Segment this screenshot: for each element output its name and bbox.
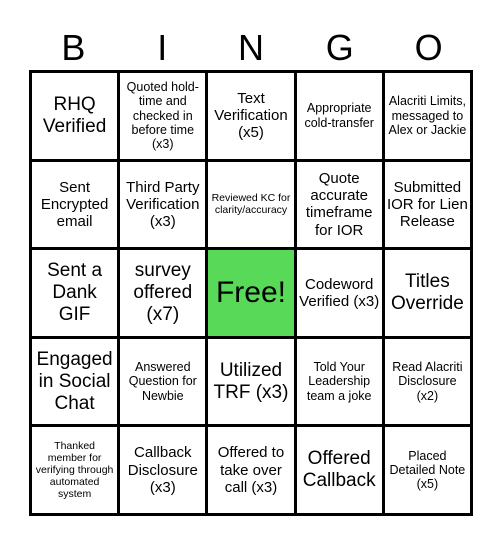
bingo-cell[interactable]: Sent a Dank GIF: [32, 250, 118, 336]
bingo-cell[interactable]: Engaged in Social Chat: [32, 338, 118, 425]
bingo-cell[interactable]: Codeword Verified (x3): [296, 250, 382, 336]
bingo-cell[interactable]: Offered to take over call (x3): [208, 427, 294, 513]
bingo-cell[interactable]: Titles Override: [384, 250, 470, 336]
header-letter-o: O: [414, 27, 443, 68]
bingo-cell[interactable]: Third Party Verification (x3): [120, 161, 206, 248]
bingo-cell[interactable]: survey offered (x7): [120, 250, 206, 336]
header-letter-n: N: [237, 27, 264, 68]
bingo-cell[interactable]: Utilized TRF (x3): [208, 338, 294, 425]
bingo-cell[interactable]: RHQ Verified: [32, 73, 118, 159]
bingo-cell[interactable]: Told Your Leadership team a joke: [296, 338, 382, 425]
bingo-cell[interactable]: Sent Encrypted email: [32, 161, 118, 248]
bingo-cell[interactable]: Offered Callback: [296, 427, 382, 513]
bingo-cell[interactable]: Submitted IOR for Lien Release: [384, 161, 470, 248]
bingo-cell[interactable]: Thanked member for verifying through aut…: [32, 427, 118, 513]
bingo-cell[interactable]: Callback Disclosure (x3): [120, 427, 206, 513]
bingo-cell[interactable]: Quoted hold-time and checked in before t…: [120, 73, 206, 159]
header-letter-b: B: [61, 27, 86, 68]
header-letter-g: G: [325, 27, 354, 68]
bingo-board: RHQ Verified Quoted hold-time and checke…: [29, 70, 473, 516]
header-letter-i: I: [157, 27, 168, 68]
bingo-cell[interactable]: Placed Detailed Note (x5): [384, 427, 470, 513]
bingo-cell[interactable]: Appropriate cold-transfer: [296, 73, 382, 159]
bingo-cell[interactable]: Reviewed KC for clarity/accuracy: [208, 161, 294, 248]
bingo-cell[interactable]: Read Alacriti Disclosure (x2): [384, 338, 470, 425]
bingo-header: B I N G O: [29, 26, 473, 70]
bingo-cell[interactable]: Alacriti Limits, messaged to Alex or Jac…: [384, 73, 470, 159]
bingo-cell[interactable]: Text Verification (x5): [208, 73, 294, 159]
bingo-cell[interactable]: Answered Question for Newbie: [120, 338, 206, 425]
bingo-cell[interactable]: Quote accurate timeframe for IOR: [296, 161, 382, 248]
free-space-cell[interactable]: Free!: [208, 250, 294, 336]
